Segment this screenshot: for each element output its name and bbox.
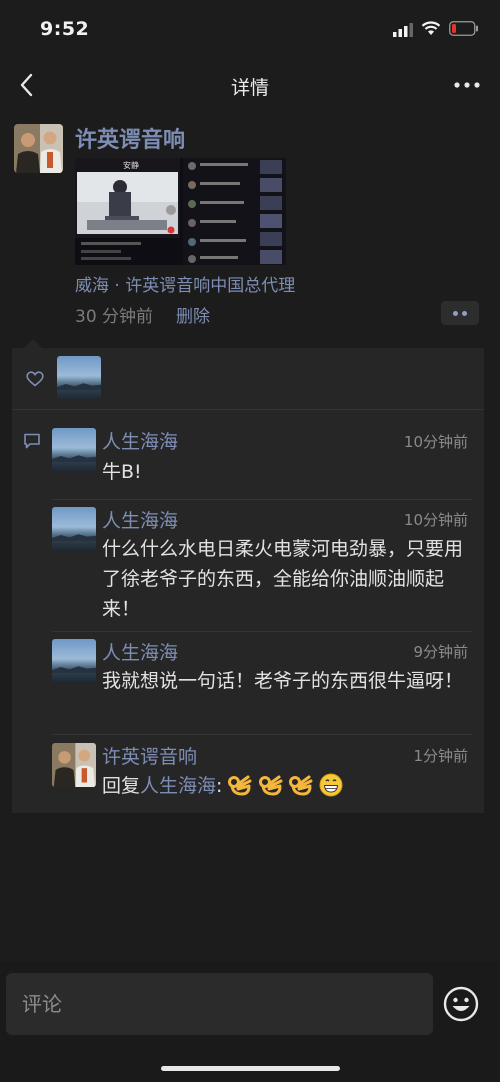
comment-bubble-icon [24,433,40,449]
panel-pointer [24,339,42,348]
wifi-icon [421,21,441,35]
comment-divider [52,631,472,632]
like-user-avatar[interactable] [57,356,101,400]
post-author-name[interactable]: 许英谔音响 [75,122,185,154]
ok-hand-emoji-icon [288,775,313,796]
ok-hand-emoji-icon [228,775,252,796]
two-men-photo-icon [14,124,63,173]
panel-divider [12,409,484,410]
comment-avatar[interactable] [52,639,96,683]
video-title: 安静 [123,160,139,170]
comment-time: 1分钟前 [413,747,468,765]
video-screenshot-image: 安静 [75,158,286,265]
comment-divider [52,499,472,500]
sea-landscape-image [52,428,96,472]
post-video-thumbnail[interactable]: 安静 [75,158,286,265]
sea-landscape-image [52,639,96,683]
grinning-face-emoji-icon [319,773,343,797]
comment-author[interactable]: 许英谔音响 [102,742,197,769]
reply-prefix: 回复 [102,775,141,797]
comment-avatar[interactable] [52,743,96,787]
reply-comment-text[interactable]: 回复人生海海: [102,771,472,801]
comment-time: 10分钟前 [403,511,468,529]
menu-dot-icon [462,311,467,316]
comment-text[interactable]: 什么什么水电日柔火电蒙河电劲暴，只要用了徐老爷子的东西，全能给你油顺油顺起来！ [102,534,472,624]
post-location-link[interactable]: 威海 · 许英谔音响中国总代理 [75,271,295,296]
comment-avatar[interactable] [52,507,96,551]
delete-post-link[interactable]: 删除 [176,302,210,327]
sea-landscape-image [57,356,101,400]
reply-colon: : [216,775,223,797]
post-author-avatar[interactable] [14,124,63,173]
comment-input[interactable]: 评论 [6,973,433,1035]
comment-time: 10分钟前 [403,433,468,451]
comment-author[interactable]: 人生海海 [102,427,178,454]
status-time: 9:52 [40,18,90,40]
ok-hand-emoji-icon [258,775,283,796]
like-comment-menu-button[interactable] [441,301,479,325]
comment-avatar[interactable] [52,428,96,472]
comment-time: 9分钟前 [413,643,468,661]
cellular-signal-icon [393,23,413,37]
more-options-icon[interactable] [452,80,482,90]
emoji-smiley-icon[interactable] [443,986,479,1022]
sea-landscape-image [52,507,96,551]
reply-target-name[interactable]: 人生海海 [140,775,216,797]
comment-author[interactable]: 人生海海 [102,506,178,533]
comment-divider [52,734,472,735]
comment-text[interactable]: 牛B! [102,457,472,487]
menu-dot-icon [453,311,458,316]
home-indicator[interactable] [161,1066,340,1071]
emoji-group [228,773,343,797]
comment-author[interactable]: 人生海海 [102,638,178,665]
comment-text[interactable]: 我就想说一句话！老爷子的东西很牛逼呀！ [102,666,472,696]
battery-low-icon [449,21,478,36]
two-men-photo-icon [52,743,96,787]
page-title: 详情 [230,77,269,99]
post-timestamp: 30 分钟前 [75,307,154,327]
heart-icon [26,371,44,387]
